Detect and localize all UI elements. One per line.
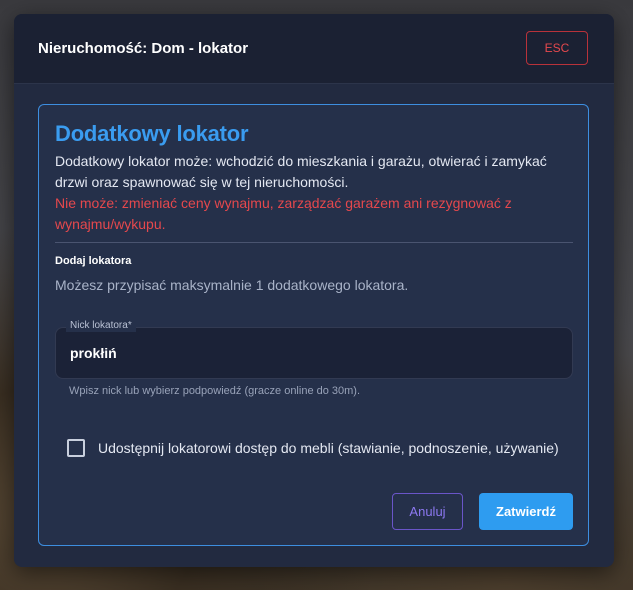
card-title: Dodatkowy lokator [55,121,249,146]
card-warning: Nie może: zmieniać ceny wynajmu, zarządz… [55,195,512,232]
nick-field: Nick lokatora* [55,320,573,379]
nick-field-helper: Wpisz nick lub wybierz podpowiedź (gracz… [69,385,361,397]
esc-button[interactable]: ESC [526,31,588,65]
nick-input[interactable] [70,328,550,378]
furniture-access-label: Udostępnij lokatorowi dostęp do mebli (s… [98,440,559,456]
section-hint: Możesz przypisać maksymalnie 1 dodatkowe… [55,277,409,293]
modal-title: Nieruchomość: Dom - lokator [38,40,249,57]
tenant-modal: Nieruchomość: Dom - lokator ESC Dodatkow… [14,14,614,567]
furniture-access-checkbox[interactable] [67,439,85,457]
cancel-button[interactable]: Anuluj [392,493,463,530]
furniture-access-checkbox-row[interactable]: Udostępnij lokatorowi dostęp do mebli (s… [67,439,559,457]
additional-tenant-card: Dodatkowy lokator Dodatkowy lokator może… [38,104,589,546]
modal-header: Nieruchomość: Dom - lokator ESC [14,14,614,84]
section-label: Dodaj lokatora [55,255,132,267]
confirm-button[interactable]: Zatwierdź [479,493,573,530]
card-description: Dodatkowy lokator może: wchodzić do mies… [55,153,547,190]
divider [55,242,573,243]
